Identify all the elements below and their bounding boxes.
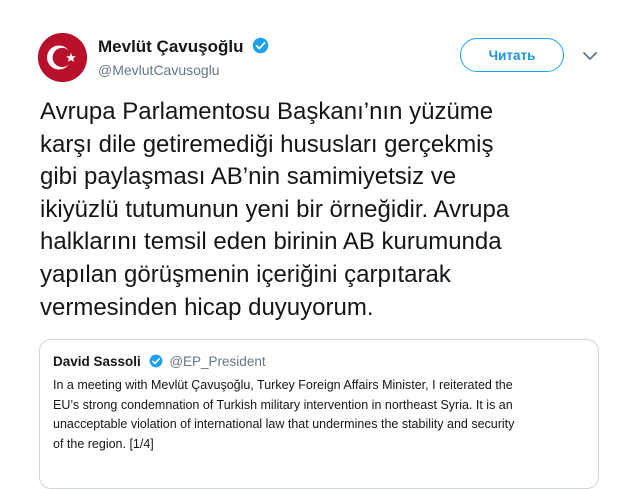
follow-button[interactable]: Читать: [460, 38, 564, 72]
tweet-text-line: yapılan görüşmenin içeriğini çarpıtarak: [40, 260, 451, 288]
quoted-author-handle: @EP_President: [169, 354, 266, 369]
verified-badge-icon: [149, 354, 162, 368]
verified-badge-icon: [252, 37, 269, 54]
turkish-flag-avatar: [38, 33, 87, 82]
avatar[interactable]: [38, 33, 87, 82]
quoted-text-line: EU’s strong condemnation of Turkish mili…: [53, 397, 513, 412]
tweet-text-line: Avrupa Parlamentosu Başkanı’nın yüzüme: [40, 98, 494, 125]
chevron-down-icon[interactable]: [582, 50, 598, 62]
quoted-author: David Sassoli @EP_President: [53, 354, 266, 369]
tweet-text-line: karşı dile getiremediği hususları gerçek…: [40, 130, 494, 158]
quoted-text-line: of the region. [1/4]: [53, 436, 154, 451]
tweet-card: Mevlüt Çavuşoğlu @MevlutCavusoglu Читать…: [0, 0, 642, 489]
quoted-text-line: unacceptable violation of international …: [53, 417, 515, 431]
author-name[interactable]: Mevlüt Çavuşoğlu: [98, 37, 269, 57]
quoted-tweet-text: In a meeting with Mevlüt Çavuşoğlu, Turk…: [53, 376, 593, 454]
tweet-text-line: ikiyüzlü tutumunun yeni bir örneğidir. A…: [40, 195, 510, 223]
quoted-tweet[interactable]: David Sassoli @EP_President In a meeting…: [39, 339, 599, 489]
author-handle[interactable]: @MevlutCavusoglu: [98, 62, 220, 78]
quoted-text-line: In a meeting with Mevlüt Çavuşoğlu, Turk…: [53, 378, 513, 392]
tweet-text-line: gibi paylaşması AB’nin samimiyetsiz ve: [40, 163, 457, 191]
tweet-text-line: halklarını temsil eden birinin AB kurumu…: [40, 228, 502, 256]
quoted-author-name: David Sassoli: [53, 354, 141, 369]
tweet-text: Avrupa Parlamentosu Başkanı’nın yüzüme k…: [40, 96, 610, 324]
author-name-text: Mevlüt Çavuşoğlu: [98, 37, 244, 56]
tweet-text-line: vermesinden hicap duyuyorum.: [40, 293, 374, 321]
